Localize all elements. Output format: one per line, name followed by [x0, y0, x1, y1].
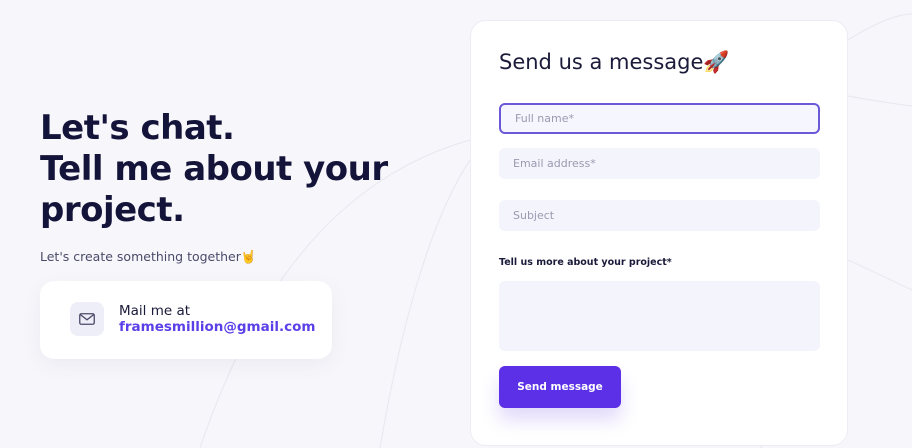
hero-title-line-2: Tell me about your	[40, 149, 388, 189]
contact-form-card: Send us a message🚀 Tell us more about yo…	[470, 20, 848, 446]
send-message-button[interactable]: Send message	[499, 366, 621, 408]
message-label: Tell us more about your project*	[499, 257, 672, 268]
contact-label: Mail me at	[119, 303, 191, 319]
form-title: Send us a message🚀	[499, 50, 730, 74]
contact-card: Mail me at framesmillion@gmail.com	[40, 281, 332, 359]
full-name-input[interactable]	[499, 103, 820, 134]
mail-icon	[70, 302, 104, 336]
hero-title-line-1: Let's chat.	[40, 108, 235, 148]
hero-title-line-3: project.	[40, 190, 185, 230]
hero-subtitle: Let's create something together🤘	[40, 249, 257, 264]
hero-title: Let's chat. Tell me about your project.	[40, 108, 420, 231]
subject-input[interactable]	[499, 200, 820, 231]
hero-section: Let's chat. Tell me about your project.	[40, 108, 420, 231]
email-input[interactable]	[499, 148, 820, 179]
message-textarea[interactable]	[499, 281, 820, 351]
contact-email-link[interactable]: framesmillion@gmail.com	[119, 319, 315, 335]
